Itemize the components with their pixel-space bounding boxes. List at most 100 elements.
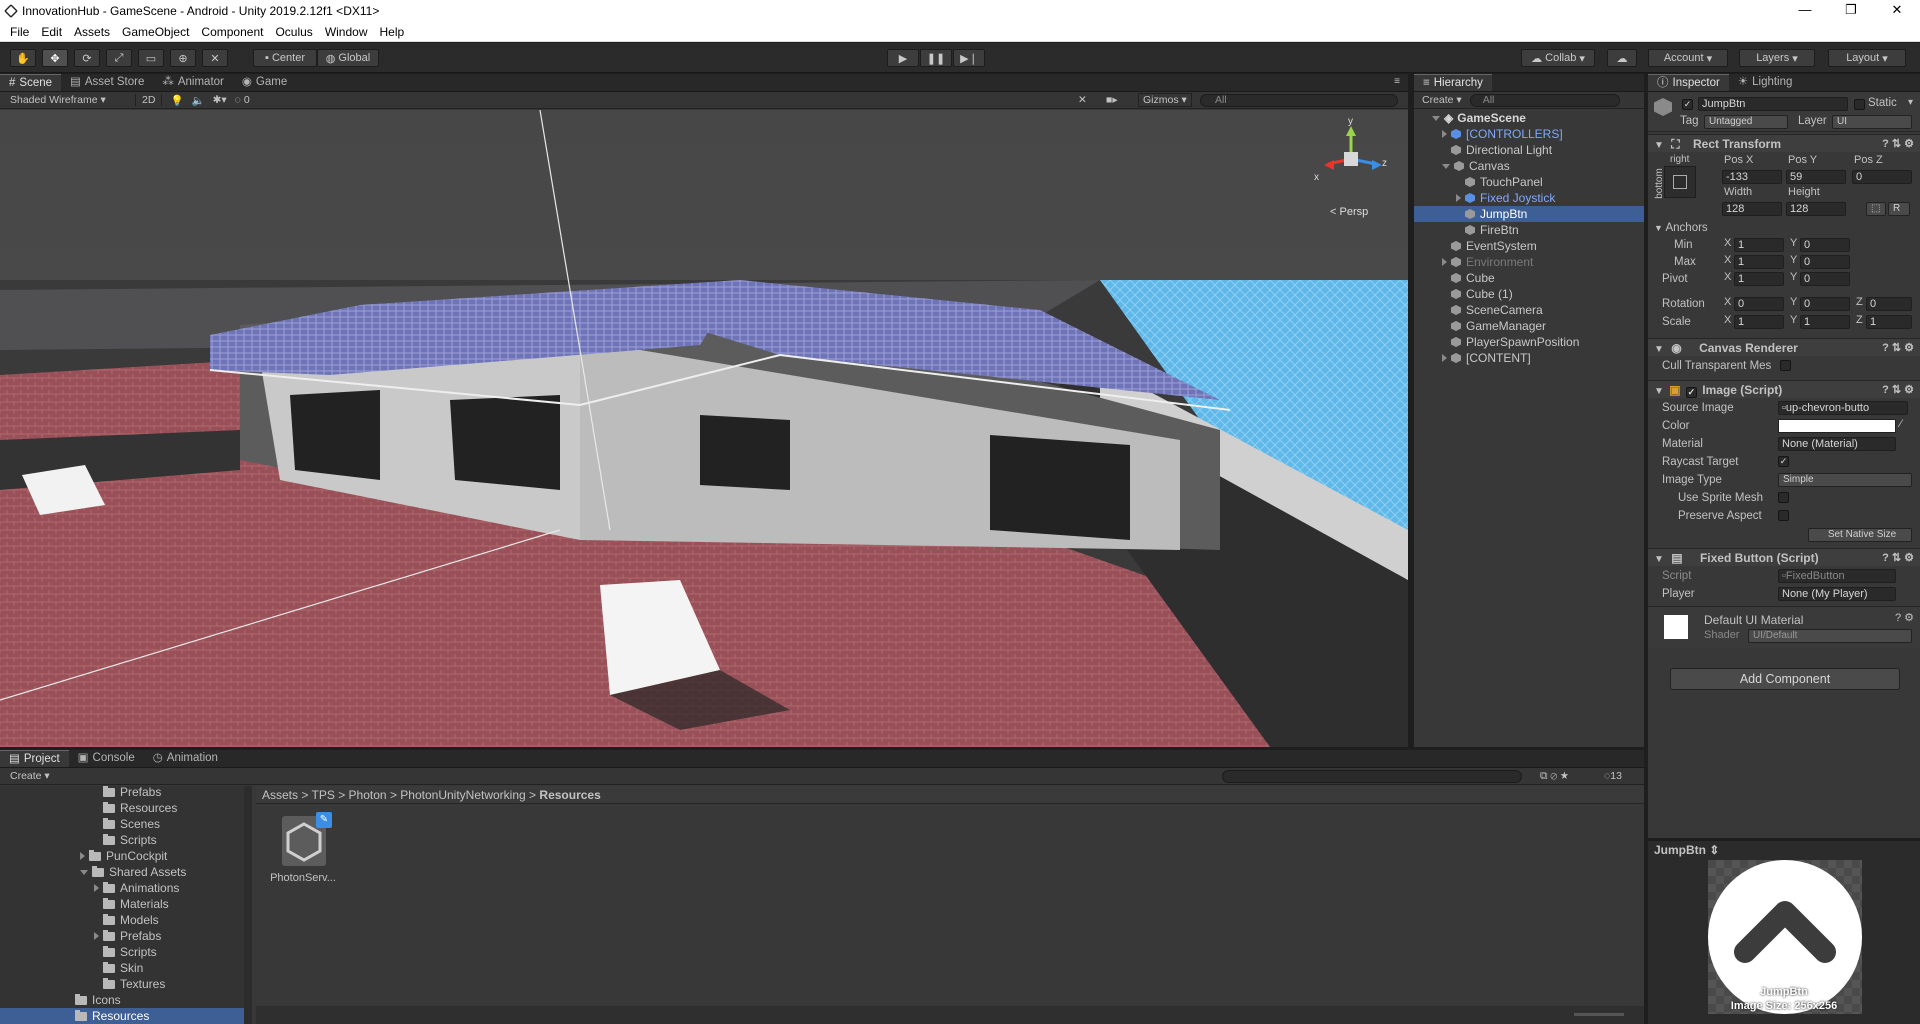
project-folder-item[interactable]: Prefabs (94, 928, 161, 944)
expand-arrow-icon[interactable] (1442, 163, 1450, 169)
hierarchy-create-dropdown[interactable]: Create ▾ (1422, 94, 1462, 106)
tools-icon[interactable]: ✕ (1078, 94, 1087, 106)
hierarchy-item[interactable]: TouchPanel (1414, 174, 1644, 190)
pos-z-field[interactable]: 0 (1852, 170, 1912, 184)
project-folder-item[interactable]: Resources (94, 800, 177, 816)
expand-arrow-icon[interactable] (94, 884, 99, 892)
project-folder-item[interactable]: Animations (94, 880, 179, 896)
hierarchy-item[interactable]: [CONTENT] (1414, 350, 1644, 366)
scene-root-row[interactable]: ◈ GameScene (1414, 110, 1644, 126)
preserve-aspect-checkbox[interactable] (1778, 510, 1789, 521)
hierarchy-item[interactable]: Directional Light (1414, 142, 1644, 158)
hierarchy-item[interactable]: Fixed Joystick (1414, 190, 1644, 206)
transform-tool-icon[interactable]: ⊕ (170, 49, 196, 67)
crumb-tps[interactable]: TPS (312, 788, 335, 802)
move-tool-icon[interactable]: ✥ (42, 49, 68, 67)
menu-edit[interactable]: Edit (35, 25, 68, 39)
tab-animator[interactable]: ⁂ Animator (153, 74, 233, 91)
project-folder-item[interactable]: Resources (0, 1008, 250, 1024)
menu-gameobject[interactable]: GameObject (116, 25, 195, 39)
effects-toggle-icon[interactable]: ✱▾ (213, 94, 227, 106)
component-settings-icon[interactable]: ? ⇅ ⚙ (1882, 381, 1914, 399)
lighting-toggle-icon[interactable]: 💡 (170, 94, 183, 107)
color-swatch[interactable] (1778, 419, 1896, 433)
tab-lighting[interactable]: ☀ Lighting (1729, 74, 1802, 91)
crumb-resources[interactable]: Resources (539, 788, 600, 802)
player-field[interactable]: None (My Player) (1778, 587, 1896, 601)
hierarchy-item[interactable]: PlayerSpawnPosition (1414, 334, 1644, 350)
layout-dropdown[interactable]: Layout ▾ (1828, 49, 1906, 67)
anchor-max-y-field[interactable]: 0 (1800, 255, 1850, 269)
menu-file[interactable]: File (4, 25, 35, 39)
expand-arrow-icon[interactable] (80, 869, 88, 875)
image-type-dropdown[interactable]: Simple (1778, 473, 1912, 487)
shader-dropdown[interactable]: UI/Default (1748, 629, 1912, 643)
scale-tool-icon[interactable]: ⤢ (106, 49, 132, 67)
canvas-renderer-header[interactable]: ▼ ◉ Canvas Renderer ? ⇅ ⚙ (1648, 338, 1920, 356)
layer-dropdown[interactable]: UI (1832, 115, 1912, 129)
anchors-row[interactable]: ▼ Anchors (1648, 220, 1920, 236)
maximize-button[interactable]: ❐ (1828, 0, 1874, 22)
tree-scrollbar[interactable] (244, 786, 252, 1024)
project-folder-item[interactable]: Skin (94, 960, 143, 976)
close-button[interactable]: ✕ (1874, 0, 1920, 22)
crumb-assets[interactable]: Assets (262, 788, 298, 802)
rect-transform-header[interactable]: ▼ ⛶ Rect Transform ? ⇅ ⚙ (1648, 134, 1920, 152)
hierarchy-item[interactable]: Cube (1) (1414, 286, 1644, 302)
custom-tool-icon[interactable]: ✕ (202, 49, 228, 67)
collapse-arrow-icon[interactable]: ▼ (1654, 386, 1664, 397)
tab-game[interactable]: ◉ Game (233, 74, 296, 91)
fixed-button-header[interactable]: ▼ ▤ Fixed Button (Script) ? ⇅ ⚙ (1648, 548, 1920, 566)
hierarchy-item[interactable]: JumpBtn (1414, 206, 1644, 222)
scale-y-field[interactable]: 1 (1800, 315, 1850, 329)
component-settings-icon[interactable]: ? ⇅ ⚙ (1882, 549, 1914, 567)
collapse-arrow-icon[interactable]: ▼ (1654, 140, 1664, 151)
blueprint-mode-button[interactable]: ⬚ (1866, 202, 1886, 216)
material-section[interactable]: Default UI Material Shader UI/Default ? … (1648, 606, 1920, 648)
audio-toggle-icon[interactable]: 🔈 (192, 94, 205, 107)
step-button[interactable]: ▶❘ (953, 49, 985, 67)
hierarchy-item[interactable]: FireBtn (1414, 222, 1644, 238)
gizmos-dropdown[interactable]: Gizmos ▾ (1138, 93, 1192, 107)
tab-inspector[interactable]: ⓘ Inspector (1648, 74, 1729, 91)
active-checkbox[interactable]: ✓ (1682, 99, 1693, 110)
project-folder-item[interactable]: Textures (94, 976, 165, 992)
collab-dropdown[interactable]: ☁ Collab ▾ (1521, 49, 1595, 67)
height-field[interactable]: 128 (1786, 202, 1846, 216)
project-folder-item[interactable]: PunCockpit (80, 848, 167, 864)
project-folder-item[interactable]: Scenes (94, 816, 160, 832)
shading-mode-dropdown[interactable]: Shaded Wireframe ▾ (10, 94, 125, 106)
project-folder-item[interactable]: Materials (94, 896, 169, 912)
icon-size-slider[interactable] (1574, 1013, 1624, 1016)
menu-oculus[interactable]: Oculus (269, 25, 318, 39)
menu-window[interactable]: Window (319, 25, 374, 39)
project-folder-item[interactable]: Models (94, 912, 159, 928)
cloud-icon[interactable]: ☁ (1607, 49, 1637, 67)
component-settings-icon[interactable]: ? ⇅ ⚙ (1882, 339, 1914, 357)
project-folder-item[interactable]: Icons (66, 992, 121, 1008)
rect-tool-icon[interactable]: ▭ (138, 49, 164, 67)
static-checkbox[interactable] (1854, 99, 1865, 110)
project-folder-item[interactable]: Scripts (94, 832, 157, 848)
crumb-photonunitynetworking[interactable]: PhotonUnityNetworking (400, 788, 525, 802)
project-create-dropdown[interactable]: Create ▾ (10, 770, 50, 782)
menu-component[interactable]: Component (195, 25, 269, 39)
expand-arrow-icon[interactable] (1432, 115, 1440, 121)
image-script-header[interactable]: ▼ ▣ ✓ Image (Script) ? ⇅ ⚙ (1648, 380, 1920, 398)
crumb-photon[interactable]: Photon (349, 788, 387, 802)
scale-z-field[interactable]: 1 (1866, 315, 1912, 329)
pos-x-field[interactable]: -133 (1722, 170, 1782, 184)
panel-menu-icon[interactable]: ≡ (1394, 76, 1400, 87)
hierarchy-item[interactable]: [CONTROLLERS] (1414, 126, 1644, 142)
filter-icons[interactable]: ⧉ ⊘ ★ (1540, 770, 1569, 783)
menu-help[interactable]: Help (374, 25, 411, 39)
projection-label[interactable]: < Persp (1330, 206, 1368, 218)
project-folder-item[interactable]: Scripts (94, 944, 157, 960)
raycast-checkbox[interactable]: ✓ (1778, 456, 1789, 467)
hierarchy-item[interactable]: Canvas (1414, 158, 1644, 174)
tab-asset-store[interactable]: ▤ Asset Store (61, 74, 153, 91)
anchor-max-x-field[interactable]: 1 (1734, 255, 1784, 269)
hidden-objects-toggle[interactable]: ◌ 0 (235, 94, 250, 106)
pivot-y-field[interactable]: 0 (1800, 272, 1850, 286)
eyedropper-icon[interactable]: ⁄ (1900, 418, 1902, 430)
